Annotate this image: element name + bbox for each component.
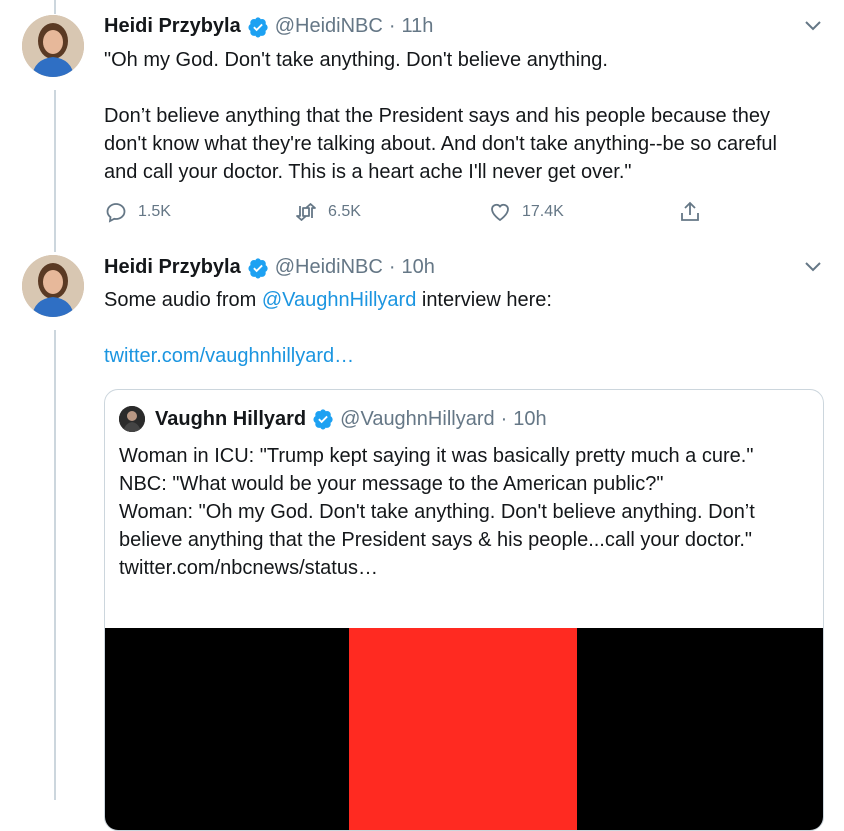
tweet-actions: 1.5K 6.5K 17.4K <box>104 200 724 226</box>
retweet-icon <box>296 203 316 221</box>
like-count: 17.4K <box>522 203 564 220</box>
chevron-down-icon[interactable] <box>804 261 822 273</box>
tweet-header: Heidi Przybyla @HeidiNBC · 11h <box>104 15 433 38</box>
reply-count: 1.5K <box>138 203 171 220</box>
author-handle[interactable]: @HeidiNBC <box>275 256 383 279</box>
tweet-1[interactable]: Heidi Przybyla @HeidiNBC · 11h "Oh my Go… <box>0 0 844 250</box>
quoted-author-handle: @VaughnHillyard <box>340 407 495 430</box>
quoted-tweet-header: Vaughn Hillyard @VaughnHillyard · 10h <box>119 406 547 432</box>
author-handle[interactable]: @HeidiNBC <box>275 15 383 38</box>
separator-dot: · <box>388 256 396 278</box>
timestamp[interactable]: 11h <box>402 15 434 38</box>
quoted-tweet-text: Woman in ICU: "Trump kept saying it was … <box>119 445 755 579</box>
retweet-button[interactable]: 6.5K <box>294 200 361 224</box>
chevron-down-icon[interactable] <box>804 20 822 32</box>
author-name[interactable]: Heidi Przybyla <box>104 256 241 279</box>
quoted-author-name: Vaughn Hillyard <box>155 407 307 430</box>
verified-badge-icon <box>247 16 269 38</box>
text-suffix: interview here: <box>416 289 552 311</box>
separator-dot: · <box>500 407 508 430</box>
text-prefix: Some audio from <box>104 289 262 311</box>
reply-icon <box>106 203 126 223</box>
mention-link[interactable]: @VaughnHillyard <box>262 289 416 311</box>
heart-icon <box>491 203 509 222</box>
url-link[interactable]: twitter.com/vaughnhillyard… <box>104 342 804 370</box>
quoted-tweet-card[interactable]: Vaughn Hillyard @VaughnHillyard · 10h Wo… <box>104 389 824 831</box>
like-button[interactable]: 17.4K <box>488 200 564 224</box>
quoted-avatar <box>119 406 145 432</box>
share-icon <box>681 201 699 221</box>
avatar[interactable] <box>22 255 84 317</box>
quoted-media-video[interactable] <box>105 628 823 830</box>
media-red-panel <box>349 628 577 830</box>
avatar[interactable] <box>22 15 84 77</box>
timestamp[interactable]: 10h <box>402 256 435 279</box>
separator-dot: · <box>388 15 396 37</box>
tweet-text: "Oh my God. Don't take anything. Don't b… <box>104 49 777 183</box>
author-name[interactable]: Heidi Przybyla <box>104 15 241 38</box>
verified-badge-icon <box>312 408 334 430</box>
share-button[interactable] <box>678 200 702 224</box>
retweet-count: 6.5K <box>328 203 361 220</box>
verified-badge-icon <box>247 257 269 279</box>
quoted-timestamp: 10h <box>513 407 547 430</box>
tweet-header: Heidi Przybyla @HeidiNBC · 10h <box>104 256 435 279</box>
reply-button[interactable]: 1.5K <box>104 200 171 224</box>
tweet-text: Some audio from @VaughnHillyard intervie… <box>104 286 804 314</box>
